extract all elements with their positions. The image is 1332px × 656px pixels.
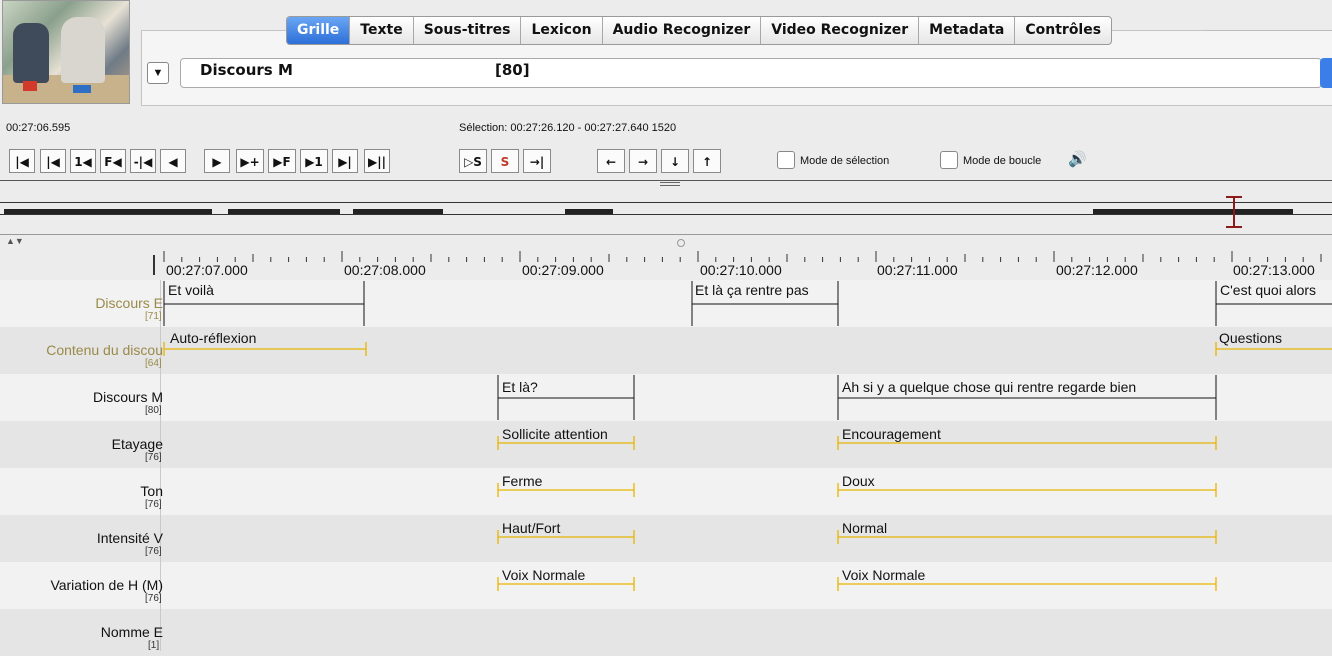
annotation[interactable]: Auto-réflexion	[170, 330, 256, 346]
annotation[interactable]: Encouragement	[842, 426, 941, 442]
annotation[interactable]: Haut/Fort	[502, 520, 560, 536]
annotation[interactable]: Voix Normale	[502, 567, 585, 583]
annotation[interactable]: C'est quoi alors	[1220, 282, 1316, 298]
annotation-brackets	[163, 281, 1332, 591]
annotation[interactable]: Sollicite attention	[502, 426, 608, 442]
annotation[interactable]: Ferme	[502, 473, 542, 489]
annotation[interactable]: Ah si y a quelque chose qui rentre regar…	[842, 379, 1136, 395]
annotation[interactable]: Et voilà	[168, 282, 214, 298]
annotation[interactable]: Questions	[1219, 330, 1282, 346]
annotation[interactable]: Doux	[842, 473, 875, 489]
annotation[interactable]: Et là ça rentre pas	[695, 282, 809, 298]
annotation[interactable]: Voix Normale	[842, 567, 925, 583]
annotation[interactable]: Et là?	[502, 379, 538, 395]
annotation[interactable]: Normal	[842, 520, 887, 536]
